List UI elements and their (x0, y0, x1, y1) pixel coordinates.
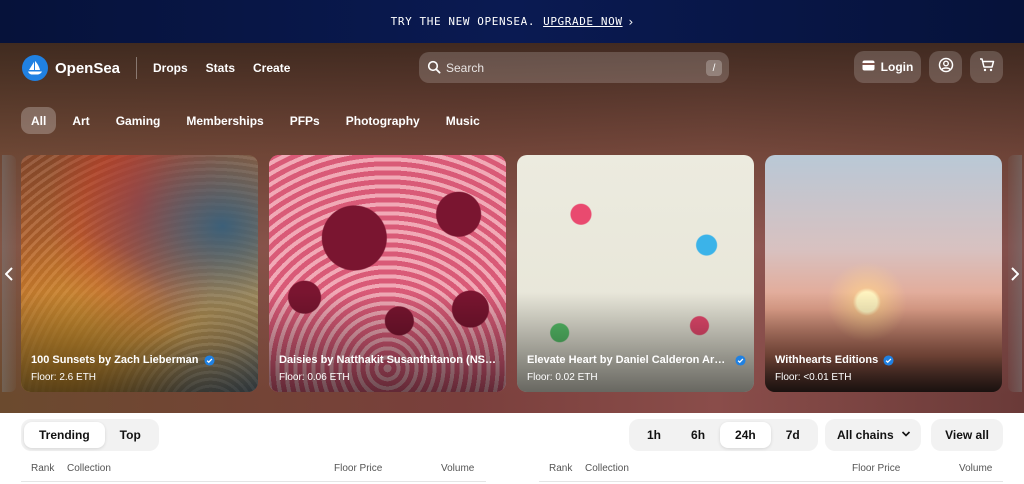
opensea-logo[interactable]: OpenSea (22, 55, 120, 81)
nav-link-stats[interactable]: Stats (206, 61, 235, 75)
verified-badge-icon (203, 354, 215, 366)
floor-price: Floor: 0.02 ETH (527, 372, 598, 383)
collection-name: Elevate Heart by Daniel Calderon Arenas (527, 354, 746, 366)
featured-card[interactable]: Daisies by Natthakit Susanthitanon (NSma… (269, 155, 506, 392)
upgrade-now-link[interactable]: UPGRADE NOW (543, 15, 622, 28)
verified-badge-icon (735, 354, 746, 366)
cart-button[interactable] (970, 51, 1003, 83)
featured-card[interactable]: Elevate Heart by Daniel Calderon Arenas … (517, 155, 754, 392)
carousel-next-button[interactable] (1008, 155, 1022, 392)
category-memberships[interactable]: Memberships (176, 107, 273, 134)
search-bar[interactable]: / (419, 52, 729, 83)
account-button[interactable] (929, 51, 962, 83)
category-tabs: All Art Gaming Memberships PFPs Photogra… (21, 107, 490, 134)
collection-name: Daisies by Natthakit Susanthitanon (NSma… (279, 354, 498, 366)
chain-select-value: All chains (837, 428, 894, 442)
list-type-tabs: Trending Top (21, 419, 159, 451)
chevron-right-icon (1011, 266, 1019, 281)
login-button[interactable]: Login (854, 51, 921, 83)
view-all-button[interactable]: View all (931, 419, 1003, 451)
time-range-tabs: 1h 6h 24h 7d (629, 419, 818, 451)
divider (21, 481, 486, 482)
column-header-collection: Collection (585, 463, 629, 474)
column-header-collection: Collection (67, 463, 111, 474)
time-range-6h[interactable]: 6h (676, 422, 720, 448)
nav-link-drops[interactable]: Drops (153, 61, 188, 75)
divider (539, 481, 1003, 482)
wallet-icon (862, 60, 875, 74)
category-all[interactable]: All (21, 107, 57, 134)
featured-card[interactable]: Withhearts Editions Floor: <0.01 ETH (765, 155, 1002, 392)
account-icon (938, 57, 954, 78)
cart-icon (979, 57, 995, 78)
login-label: Login (880, 60, 914, 74)
column-header-volume: Volume (959, 463, 993, 474)
promo-banner: TRY THE NEW OPENSEA. UPGRADE NOW › (0, 0, 1024, 43)
collection-name: Withhearts Editions (775, 354, 994, 366)
featured-card[interactable]: 100 Sunsets by Zach Lieberman Floor: 2.6… (21, 155, 258, 392)
column-header-floor-price: Floor Price (852, 463, 901, 474)
column-header-volume: Volume (441, 463, 475, 474)
search-input[interactable] (446, 52, 696, 83)
floor-price: Floor: 2.6 ETH (31, 372, 97, 383)
promo-text: TRY THE NEW OPENSEA. (390, 15, 536, 28)
category-music[interactable]: Music (436, 107, 490, 134)
floor-price: Floor: 0.06 ETH (279, 372, 350, 383)
time-range-1h[interactable]: 1h (632, 422, 676, 448)
column-header-rank: Rank (549, 463, 573, 474)
chevron-left-icon (5, 266, 13, 281)
tab-trending[interactable]: Trending (24, 422, 105, 448)
opensea-logo-icon (22, 55, 48, 81)
tab-top[interactable]: Top (105, 422, 156, 448)
chain-select[interactable]: All chains (825, 419, 921, 451)
chevron-right-icon[interactable]: › (629, 15, 634, 29)
floor-price: Floor: <0.01 ETH (775, 372, 852, 383)
column-header-rank: Rank (31, 463, 55, 474)
search-shortcut-key: / (706, 60, 722, 76)
brand-name: OpenSea (55, 59, 121, 77)
search-icon (427, 60, 441, 79)
column-header-floor-price: Floor Price (334, 463, 383, 474)
time-range-24h[interactable]: 24h (720, 422, 771, 448)
category-photography[interactable]: Photography (336, 107, 430, 134)
category-art[interactable]: Art (62, 107, 99, 134)
nav-links: Drops Stats Create (153, 61, 290, 75)
nav-divider (136, 57, 137, 79)
verified-badge-icon (883, 354, 894, 366)
chevron-down-icon (901, 431, 911, 437)
category-pfps[interactable]: PFPs (280, 107, 330, 134)
nav-link-create[interactable]: Create (253, 61, 290, 75)
time-range-7d[interactable]: 7d (771, 422, 815, 448)
collection-name: 100 Sunsets by Zach Lieberman (31, 354, 250, 366)
top-nav: OpenSea Drops Stats Create / Login (0, 43, 1024, 93)
category-gaming[interactable]: Gaming (106, 107, 171, 134)
carousel-prev-button[interactable] (2, 155, 16, 392)
